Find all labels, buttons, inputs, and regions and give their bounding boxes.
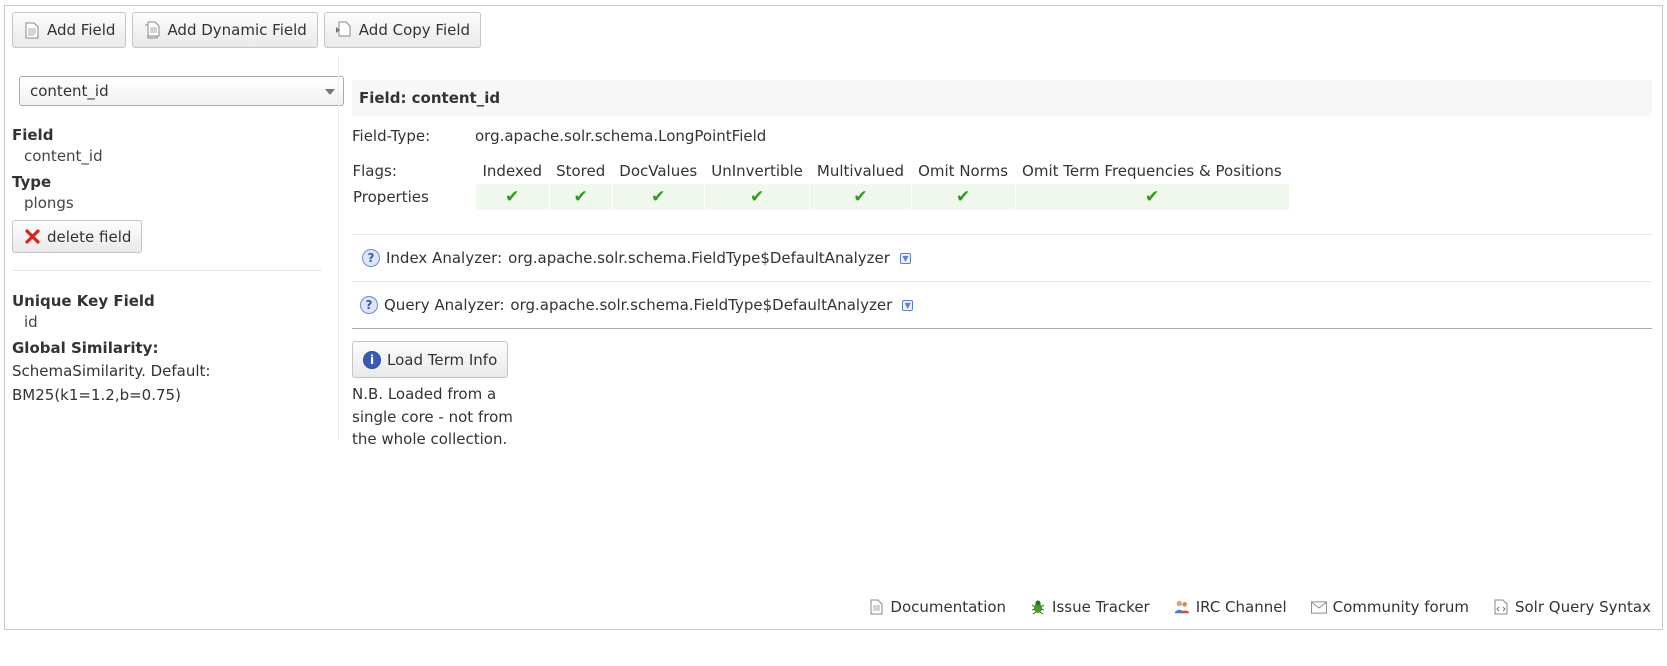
users-icon (1174, 599, 1190, 615)
note-line-2: single core - not from (352, 407, 513, 426)
unique-key-value: id (24, 313, 38, 331)
irc-channel-label: IRC Channel (1195, 598, 1287, 616)
field-details: Field: content_id Field-Type: org.apache… (352, 80, 1652, 451)
add-field-button[interactable]: Add Field (12, 12, 127, 48)
code-document-icon (1493, 599, 1509, 615)
column-divider (338, 55, 339, 440)
help-icon[interactable]: ? (360, 296, 378, 314)
sidebar-divider (12, 270, 322, 271)
footer-links: Documentation Issue Tracker IRC Channel … (868, 598, 1651, 616)
analyzer-divider (352, 328, 1652, 329)
delete-icon (23, 228, 41, 246)
query-analyzer-row: ? Query Analyzer: org.apache.solr.schema… (352, 282, 1652, 328)
documentation-label: Documentation (890, 598, 1007, 616)
add-field-label: Add Field (47, 21, 116, 39)
documentation-link[interactable]: Documentation (868, 598, 1006, 616)
query-analyzer-value: org.apache.solr.schema.FieldType$Default… (510, 296, 893, 314)
flag-stored: Stored (556, 162, 606, 180)
index-analyzer-value: org.apache.solr.schema.FieldType$Default… (508, 249, 890, 267)
query-analyzer-label: Query Analyzer: (384, 296, 505, 314)
type-value: plongs (24, 194, 74, 212)
community-forum-link[interactable]: Community forum (1310, 598, 1469, 616)
field-title: Field: content_id (352, 80, 1652, 116)
load-term-info-label: Load Term Info (387, 350, 498, 369)
help-icon[interactable]: ? (362, 249, 380, 267)
query-syntax-label: Solr Query Syntax (1514, 598, 1651, 616)
type-label: Type (12, 173, 52, 191)
expand-icon[interactable]: ▼ (902, 299, 914, 311)
load-term-info-button[interactable]: i Load Term Info (352, 341, 509, 378)
field-value: content_id (24, 147, 103, 165)
flag-uninvertible: UnInvertible (711, 162, 803, 180)
check-icon: ✔ (809, 184, 912, 210)
similarity-label: Global Similarity: (12, 339, 159, 357)
field-sidebar: content_id Field content_id Type plongs … (12, 70, 344, 404)
load-term-note: N.B. Loaded from a single core - not fro… (352, 383, 1652, 451)
copy-document-icon (143, 21, 161, 39)
query-syntax-link[interactable]: Solr Query Syntax (1493, 598, 1651, 616)
add-dynamic-field-button[interactable]: Add Dynamic Field (132, 12, 318, 48)
note-line-1: N.B. Loaded from a (352, 385, 497, 403)
flags-label: Flags: (352, 162, 397, 180)
issue-tracker-link[interactable]: Issue Tracker (1030, 598, 1150, 616)
field-select-value: content_id (30, 82, 109, 100)
note-line-3: the whole collection. (352, 430, 508, 448)
copy-field-icon (335, 21, 353, 39)
chevron-down-icon (325, 89, 335, 95)
add-dynamic-field-label: Add Dynamic Field (167, 21, 307, 39)
irc-channel-link[interactable]: IRC Channel (1174, 598, 1287, 616)
index-analyzer-label: Index Analyzer: (386, 249, 503, 267)
similarity-line1: SchemaSimilarity. Default: (12, 362, 211, 380)
document-icon (868, 599, 884, 615)
field-type-label: Field-Type: (352, 127, 431, 145)
community-forum-label: Community forum (1332, 598, 1469, 616)
check-icon: ✔ (910, 184, 1016, 210)
bug-icon (1030, 599, 1046, 615)
check-icon: ✔ (475, 184, 550, 210)
check-icon: ✔ (611, 184, 705, 210)
field-label: Field (12, 126, 54, 144)
field-select[interactable]: content_id (19, 76, 344, 106)
flag-multivalued: Multivalued (816, 162, 905, 180)
check-icon: ✔ (703, 184, 810, 210)
index-analyzer-row: ? Index Analyzer: org.apache.solr.schema… (352, 235, 1652, 281)
flags-header-row: Flags: Indexed Stored DocValues UnInvert… (353, 158, 1289, 184)
expand-icon[interactable]: ▼ (899, 252, 911, 264)
unique-key-label: Unique Key Field (12, 292, 155, 310)
properties-label: Properties (352, 184, 476, 210)
flag-docvalues: DocValues (619, 162, 698, 180)
add-copy-field-label: Add Copy Field (358, 21, 471, 39)
mail-icon (1310, 599, 1327, 615)
delete-field-button[interactable]: delete field (12, 220, 143, 253)
add-copy-field-button[interactable]: Add Copy Field (323, 12, 482, 48)
properties-row: Properties ✔ ✔ ✔ ✔ ✔ ✔ ✔ (352, 184, 1289, 210)
flag-omit-norms: Omit Norms (918, 162, 1009, 180)
flags-table: Flags: Indexed Stored DocValues UnInvert… (352, 158, 1289, 210)
check-icon: ✔ (548, 184, 613, 210)
field-type-row: Field-Type: org.apache.solr.schema.LongP… (352, 126, 1652, 146)
check-icon: ✔ (1014, 184, 1289, 210)
flag-omit-term-frequencies: Omit Term Frequencies & Positions (1022, 162, 1282, 180)
toolbar: Add Field Add Dynamic Field Add Copy Fie… (12, 12, 482, 48)
info-icon: i (363, 350, 381, 369)
issue-tracker-label: Issue Tracker (1052, 598, 1150, 616)
delete-field-label: delete field (47, 227, 132, 246)
flag-indexed: Indexed (482, 162, 543, 180)
document-icon (23, 21, 41, 39)
similarity-line2: BM25(k1=1.2,b=0.75) (12, 386, 181, 404)
field-type-value: org.apache.solr.schema.LongPointField (475, 127, 767, 145)
